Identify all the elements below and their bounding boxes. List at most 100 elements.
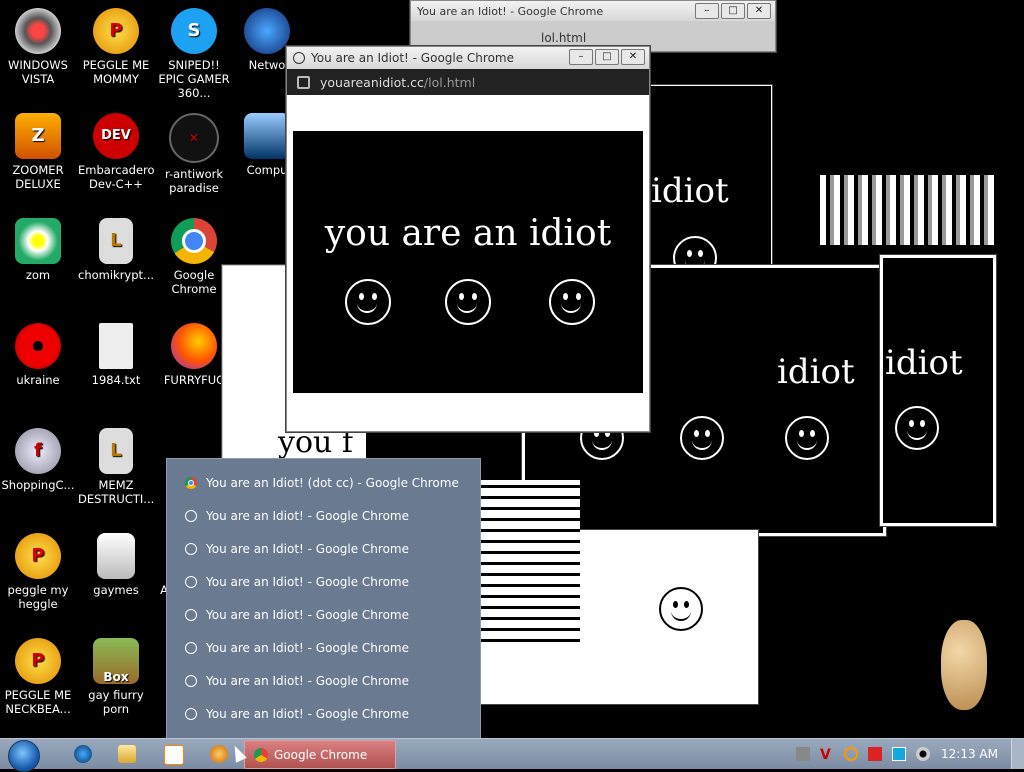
desktop-icon-devcpp[interactable]: DEV Embarcadero Dev-C++ <box>78 113 155 191</box>
desktop-icon-furryfuc[interactable]: FURRYFUC <box>156 323 232 387</box>
desktop-icon-peggle-my-heggle[interactable]: P peggle my heggle <box>0 533 76 611</box>
window-controls: – □ ✕ <box>569 49 645 65</box>
desktop-icon-gaymes[interactable]: gaymes <box>78 533 154 597</box>
minimize-button[interactable]: – <box>695 3 719 19</box>
desktop-icon-windows-vista[interactable]: WINDOWS VISTA <box>0 8 76 86</box>
desktop-icon-shopping[interactable]: f ShoppingC... <box>0 428 76 492</box>
flower-icon <box>15 218 61 264</box>
taskbar-clock[interactable]: 12:13 AM <box>941 747 998 761</box>
tray-speaker-icon[interactable] <box>916 747 930 761</box>
desktop-icon-label: Google Chrome <box>171 268 217 296</box>
minimize-button[interactable]: – <box>569 49 593 65</box>
chrome-icon <box>185 477 197 489</box>
shortcut-icon: L <box>99 428 133 474</box>
desktop-icon-label: ZOOMER DELUXE <box>12 163 64 191</box>
tray-v-icon[interactable]: V <box>820 747 834 763</box>
jump-list-item[interactable]: You are an Idiot! - Google Chrome <box>185 509 409 523</box>
url-path: /lol.html <box>423 74 476 90</box>
media-player-icon[interactable] <box>164 745 184 765</box>
smiley-icon <box>445 279 491 325</box>
network-icon <box>244 8 290 54</box>
paint-icon[interactable] <box>210 745 228 763</box>
jump-list-item-label: You are an Idiot! - Google Chrome <box>206 542 409 556</box>
smiley-favicon-icon <box>293 52 305 64</box>
jump-list-item-label: You are an Idiot! - Google Chrome <box>206 509 409 523</box>
smiley-icon <box>345 279 391 325</box>
desktop-icon-label: peggle my heggle <box>7 583 69 611</box>
page-content[interactable]: you are an idiot <box>293 131 643 393</box>
desktop-icon-label: gay fiurry porn <box>88 688 144 716</box>
desktop-icon-zom[interactable]: zom <box>0 218 76 282</box>
taskbar-task-label: Google Chrome <box>274 747 368 762</box>
chrome-icon <box>254 747 268 762</box>
desktop-icon-label: PEGGLE ME NECKBEA... <box>4 688 72 716</box>
smiley-icon <box>680 416 724 460</box>
smiley-icon <box>185 708 197 720</box>
back-window-right-2[interactable]: idiot <box>880 255 996 526</box>
smiley-icon <box>185 609 197 621</box>
peggle-icon: P <box>93 8 139 54</box>
jump-list-item-label: You are an Idiot! - Google Chrome <box>206 575 409 589</box>
show-desktop-button[interactable] <box>1011 739 1024 769</box>
box-icon: Box <box>93 638 139 684</box>
desktop-icon-label: Embarcadero Dev-C++ <box>78 163 155 191</box>
desktop-icon-ukraine[interactable]: ukraine <box>0 323 76 387</box>
desktop-icon-google-chrome[interactable]: Google Chrome <box>156 218 232 296</box>
jump-list-item-label: You are an Idiot! - Google Chrome <box>206 707 409 721</box>
window-controls: – □ ✕ <box>695 3 771 19</box>
desktop-icon-memz[interactable]: L MEMZ DESTRUCTI... <box>78 428 154 506</box>
smiley-icon <box>185 510 197 522</box>
desktop-icon-label: ukraine <box>16 373 60 387</box>
folder-icon[interactable] <box>118 745 136 763</box>
computer-icon <box>244 113 290 159</box>
desktop-icon-sniped[interactable]: S SNIPED!! EPIC GAMER 360... <box>156 8 232 100</box>
jump-list-item[interactable]: You are an Idiot! - Google Chrome <box>185 542 409 556</box>
hamster-desktop-pet[interactable] <box>935 610 995 720</box>
desktop-icon-peggle-me-mommy[interactable]: P PEGGLE ME MOMMY <box>78 8 154 86</box>
tray-search-icon[interactable] <box>844 747 858 761</box>
back-window-top[interactable]: You are an Idiot! - Google Chrome – □ ✕ … <box>410 0 776 52</box>
chrome-icon <box>171 218 217 264</box>
tray-flag-icon[interactable] <box>868 747 882 761</box>
maximize-button[interactable]: □ <box>595 49 619 65</box>
start-button[interactable] <box>8 740 40 772</box>
jump-list-item[interactable]: You are an Idiot! (dot cc) - Google Chro… <box>185 476 459 490</box>
desktop-icon-peggle-me-neckbeard[interactable]: P PEGGLE ME NECKBEA... <box>0 638 76 716</box>
address-bar[interactable]: youareanidiot.cc/lol.html <box>287 69 649 95</box>
taskbar: Google Chrome V 12:13 AM <box>0 738 1024 772</box>
jump-list-item[interactable]: You are an Idiot! - Google Chrome <box>185 674 409 688</box>
box-label: Box <box>103 670 129 684</box>
tray-network-icon[interactable] <box>796 747 810 761</box>
main-browser-window[interactable]: You are an Idiot! - Google Chrome – □ ✕ … <box>286 46 650 432</box>
close-button[interactable]: ✕ <box>621 49 645 65</box>
jump-list-item[interactable]: You are an Idiot! - Google Chrome <box>185 608 409 622</box>
desktop-icon-1984-txt[interactable]: 1984.txt <box>78 323 154 387</box>
hamster-body <box>941 620 987 710</box>
glitch-fragment <box>820 175 995 245</box>
jump-list-item-label: You are an Idiot! - Google Chrome <box>206 641 409 655</box>
desktop-icon-antiwork[interactable]: ✕ r-antiwork paradise <box>156 113 232 195</box>
idiot-text: idiot <box>777 352 855 392</box>
desktop-icon-label: zom <box>25 268 51 282</box>
desktop-icon-chomikrypt[interactable]: L chomikrypt... <box>78 218 154 282</box>
jump-list-item-label: You are an Idiot! - Google Chrome <box>206 608 409 622</box>
smiley-icon <box>185 576 197 588</box>
internet-explorer-icon[interactable] <box>74 745 92 763</box>
desktop-icon-label: r-antiwork paradise <box>164 167 223 195</box>
taskbar-task-chrome[interactable]: Google Chrome <box>244 740 396 769</box>
close-button[interactable]: ✕ <box>747 3 771 19</box>
jump-list-item[interactable]: You are an Idiot! - Google Chrome <box>185 641 409 655</box>
maximize-button[interactable]: □ <box>721 3 745 19</box>
idiot-text: idiot <box>651 171 729 211</box>
jump-list-item[interactable]: You are an Idiot! - Google Chrome <box>185 707 409 721</box>
smiley-icon <box>185 543 197 555</box>
glitch-fragment <box>480 480 580 650</box>
idiot-message: you are an idiot <box>324 213 612 254</box>
desktop-icon-zoomer-deluxe[interactable]: Z ZOOMER DELUXE <box>0 113 76 191</box>
jump-list-item-label: You are an Idiot! (dot cc) - Google Chro… <box>206 476 459 490</box>
jump-list-item[interactable]: You are an Idiot! - Google Chrome <box>185 575 409 589</box>
tray-monitor-icon[interactable] <box>892 747 906 761</box>
desktop-icon-gay-fiurry[interactable]: Box gay fiurry porn <box>78 638 154 716</box>
window-content: idiot <box>883 258 993 523</box>
peggle-icon: P <box>15 533 61 579</box>
